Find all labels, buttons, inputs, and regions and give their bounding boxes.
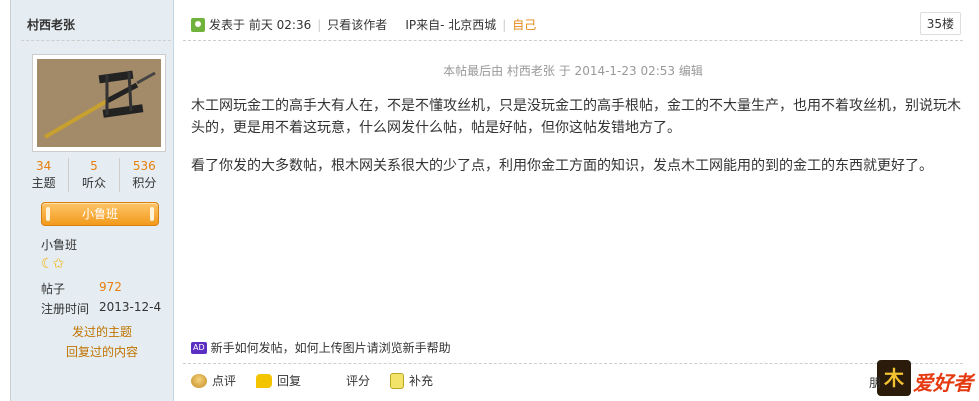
rate-button[interactable]: 评分 bbox=[331, 372, 370, 389]
posts-row: 帖子 972 bbox=[41, 280, 122, 297]
post-header: 发表于 前天 02:36 | 只看该作者 IP来自- 北京西城 | 自己 bbox=[191, 16, 536, 33]
medal-icons: ☾✩ bbox=[41, 256, 64, 272]
floor-number[interactable]: 35楼 bbox=[919, 12, 961, 35]
user-sidebar: 村西老张 34 主题 5 听众 536 积分 小鲁班 小鲁班 ☾✩ 帖子 972… bbox=[10, 0, 174, 401]
post-body: 木工网玩金工的高手大有人在，不是不懂攻丝机，只是没玩金工的高手根帖，金工的不大量… bbox=[191, 95, 966, 193]
posts-label: 帖子 bbox=[41, 282, 66, 296]
logo-icon: 木 bbox=[877, 360, 911, 396]
review-button[interactable]: 点评 bbox=[191, 372, 236, 389]
avatar-photo bbox=[37, 59, 161, 147]
ip-info: IP来自- 北京西城 bbox=[405, 18, 497, 32]
stat-topics-label: 主题 bbox=[31, 176, 56, 190]
stat-followers-value: 5 bbox=[90, 159, 98, 173]
posts-value[interactable]: 972 bbox=[99, 280, 122, 294]
self-link[interactable]: 自己 bbox=[512, 16, 536, 33]
help-ad: AD 新手如何发帖，如何上传图片请浏览新手帮助 bbox=[191, 339, 451, 356]
stat-points-label: 积分 bbox=[132, 176, 157, 190]
stat-topics[interactable]: 34 主题 bbox=[19, 158, 70, 192]
stat-followers-label: 听众 bbox=[81, 176, 106, 190]
reg-row: 注册时间 2013-12-4 bbox=[41, 300, 161, 317]
post-content: 发表于 前天 02:36 | 只看该作者 IP来自- 北京西城 | 自己 35楼… bbox=[173, 0, 975, 401]
user-stats: 34 主题 5 听众 536 积分 bbox=[19, 158, 169, 192]
edit-note: 本帖最后由 村西老张 于 2014-1-23 02:53 编辑 bbox=[443, 64, 703, 78]
coffee-icon bbox=[191, 373, 207, 388]
site-watermark: 朋 木 爱好者 bbox=[869, 360, 973, 396]
posted-time: 前天 02:36 bbox=[248, 18, 312, 32]
help-link[interactable]: 新手如何发帖，如何上传图片请浏览新手帮助 bbox=[211, 339, 451, 356]
username-link[interactable]: 村西老张 bbox=[27, 16, 75, 33]
supplement-label: 补充 bbox=[409, 374, 434, 388]
post-actions: 点评 回复 评分 补充 bbox=[191, 372, 453, 389]
reply-button[interactable]: 回复 bbox=[256, 372, 301, 389]
only-author-link[interactable]: 只看该作者 bbox=[327, 16, 387, 33]
reg-value: 2013-12-4 bbox=[99, 300, 162, 314]
stat-topics-value: 34 bbox=[36, 159, 52, 173]
supplement-button[interactable]: 补充 bbox=[390, 372, 433, 389]
stat-points-value: 536 bbox=[132, 159, 156, 173]
rate-label: 评分 bbox=[346, 374, 371, 388]
watermark-text: 爱好者 bbox=[913, 371, 973, 395]
post-paragraph: 看了你发的大多数帖，根木网关系很大的少了点，利用你金工方面的知识，发点木工网能用… bbox=[191, 158, 933, 174]
edit-note-icon bbox=[390, 372, 405, 389]
rank-button[interactable]: 小鲁班 bbox=[41, 202, 159, 226]
divider bbox=[183, 363, 963, 364]
speech-bubble-icon bbox=[256, 373, 273, 388]
replies-link[interactable]: 回复过的内容 bbox=[21, 343, 183, 360]
reply-label: 回复 bbox=[277, 374, 302, 388]
stat-followers[interactable]: 5 听众 bbox=[69, 158, 120, 192]
avatar[interactable] bbox=[32, 54, 166, 152]
rank-button-cap-left bbox=[46, 207, 50, 221]
ad-badge-icon: AD bbox=[191, 341, 207, 354]
rate-icon bbox=[331, 374, 341, 388]
separator: | bbox=[502, 17, 507, 32]
divider bbox=[183, 40, 963, 41]
reg-label: 注册时间 bbox=[41, 302, 90, 316]
separator: | bbox=[317, 17, 322, 32]
truncated-text: 朋 bbox=[868, 376, 881, 390]
rank-name: 小鲁班 bbox=[41, 238, 78, 252]
stat-points[interactable]: 536 积分 bbox=[120, 158, 169, 192]
rank-button-label: 小鲁班 bbox=[81, 207, 118, 221]
tap-wrench-image bbox=[37, 59, 161, 147]
divider bbox=[21, 40, 171, 41]
post-paragraph: 木工网玩金工的高手大有人在，不是不懂攻丝机，只是没玩金工的高手根帖，金工的不大量… bbox=[191, 98, 961, 136]
rank-button-cap-right bbox=[150, 207, 154, 221]
review-label: 点评 bbox=[212, 374, 237, 388]
posted-label: 发表于 bbox=[209, 18, 246, 32]
topics-link[interactable]: 发过的主题 bbox=[21, 323, 183, 340]
online-status-icon bbox=[191, 17, 205, 32]
